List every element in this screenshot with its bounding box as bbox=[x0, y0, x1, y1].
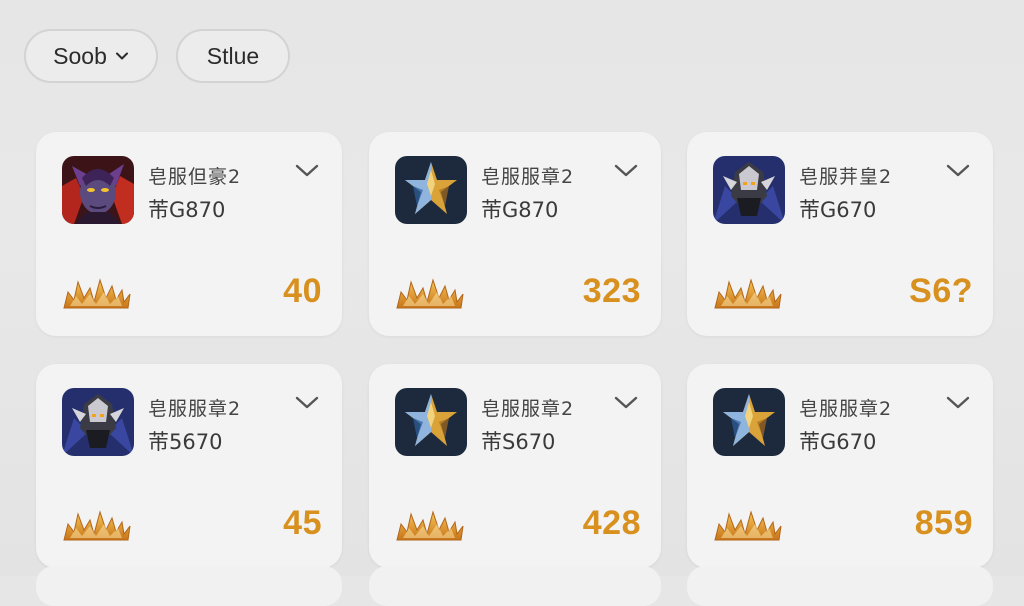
account-card[interactable]: 皂服茾皇2 芾G670 S6? bbox=[687, 132, 993, 336]
chevron-down-icon[interactable] bbox=[613, 394, 639, 412]
card-code: 芾S670 bbox=[481, 430, 556, 454]
card-title: 皂服服章2 bbox=[481, 166, 575, 188]
account-card-partial[interactable] bbox=[369, 566, 661, 606]
filter-dropdown-button[interactable]: Soob bbox=[24, 29, 158, 83]
card-code: 芾5670 bbox=[148, 430, 223, 454]
chevron-down-icon[interactable] bbox=[294, 162, 320, 180]
chevron-down-icon[interactable] bbox=[294, 394, 320, 412]
account-card-partial[interactable] bbox=[36, 566, 342, 606]
card-score: 45 bbox=[283, 504, 322, 542]
card-code: 芾G870 bbox=[148, 198, 226, 222]
card-score: 40 bbox=[283, 272, 322, 310]
card-code: 芾G870 bbox=[481, 198, 559, 222]
account-card[interactable]: 皂服服章2 芾S670 428 bbox=[369, 364, 661, 568]
crown-icon bbox=[62, 508, 132, 542]
account-card[interactable]: 皂服服章2 芾G870 323 bbox=[369, 132, 661, 336]
gold-blue-crest-icon bbox=[713, 388, 785, 456]
card-code: 芾G670 bbox=[799, 430, 877, 454]
card-code: 芾G670 bbox=[799, 198, 877, 222]
crown-icon bbox=[713, 276, 783, 310]
card-score: 428 bbox=[582, 504, 641, 542]
chevron-down-icon bbox=[115, 52, 128, 60]
gold-blue-crest-icon bbox=[395, 156, 467, 224]
crown-icon bbox=[62, 276, 132, 310]
gold-blue-crest-icon bbox=[395, 388, 467, 456]
chevron-down-icon[interactable] bbox=[945, 162, 971, 180]
account-card[interactable]: 皂服服章2 芾5670 45 bbox=[36, 364, 342, 568]
armored-knight-icon bbox=[713, 156, 785, 224]
account-card[interactable]: 皂服服章2 芾G670 859 bbox=[687, 364, 993, 568]
crown-icon bbox=[713, 508, 783, 542]
account-card[interactable]: 皂服但豪2 芾G870 40 bbox=[36, 132, 342, 336]
filter-dropdown-label: Soob bbox=[53, 42, 107, 69]
card-title: 皂服服章2 bbox=[481, 398, 575, 420]
card-title: 皂服服章2 bbox=[148, 398, 242, 420]
filter-button-label: Stlue bbox=[206, 42, 260, 69]
armored-knight-icon bbox=[62, 388, 134, 456]
filter-bar: Soob Stlue bbox=[24, 29, 290, 83]
crown-icon bbox=[395, 276, 465, 310]
chevron-down-icon[interactable] bbox=[613, 162, 639, 180]
purple-warrior-icon bbox=[62, 156, 134, 224]
chevron-down-icon[interactable] bbox=[945, 394, 971, 412]
card-title: 皂服但豪2 bbox=[148, 166, 242, 188]
card-score: S6? bbox=[909, 272, 973, 310]
card-score: 323 bbox=[582, 272, 641, 310]
account-card-partial[interactable] bbox=[687, 566, 993, 606]
card-title: 皂服服章2 bbox=[799, 398, 893, 420]
card-score: 859 bbox=[914, 504, 973, 542]
crown-icon bbox=[395, 508, 465, 542]
filter-button[interactable]: Stlue bbox=[176, 29, 290, 83]
card-title: 皂服茾皇2 bbox=[799, 166, 893, 188]
